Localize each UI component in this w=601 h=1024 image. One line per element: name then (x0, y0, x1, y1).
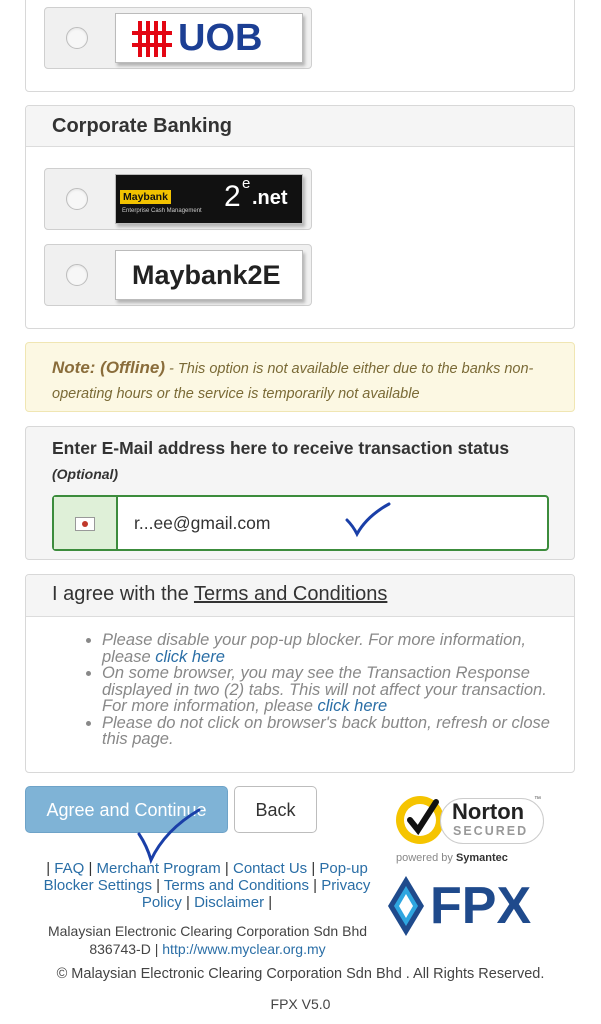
company-reg: 836743-D (89, 941, 151, 957)
footer-link-terms[interactable]: Terms and Conditions (164, 877, 309, 894)
norton-powered-label: powered by (396, 852, 453, 864)
uob-emblem-icon (132, 21, 172, 57)
maybank2e-net-brand: Maybank (120, 190, 171, 204)
offline-note-dash: - (165, 361, 178, 377)
footer-link-merchant[interactable]: Merchant Program (97, 860, 221, 877)
maybank2e-net-suffix-net: .net (252, 187, 288, 209)
terms-item-tabs: On some browser, you may see the Transac… (102, 665, 568, 715)
email-addon (54, 497, 118, 549)
terms-title-prefix: I agree with the (52, 583, 194, 605)
footer-link-contact[interactable]: Contact Us (233, 860, 307, 877)
company-url-link[interactable]: http://www.myclear.org.my (162, 941, 325, 957)
radio-maybank2e-net[interactable] (66, 188, 88, 210)
version: FPX V5.0 (270, 996, 331, 1012)
company-reg-line: 836743-D | http://www.myclear.org.my (89, 941, 326, 957)
terms-item-popup: Please disable your pop-up blocker. For … (102, 632, 568, 665)
email-card: Enter E-Mail address here to receive tra… (25, 426, 575, 560)
terms-item-back-text: Please do not click on browser's back bu… (102, 713, 550, 748)
email-optional-label: (Optional) (52, 466, 119, 482)
corporate-banking-card: Corporate Banking Maybank 2 e .net Enter… (25, 105, 575, 329)
fpx-diamond-icon (388, 876, 424, 936)
email-input-group: r...ee@gmail.com (52, 495, 549, 551)
bank-option-maybank2e[interactable]: Maybank2E (44, 244, 312, 306)
fpx-text: FPX (430, 877, 532, 935)
radio-maybank2e[interactable] (66, 264, 88, 286)
maybank2e-logo: Maybank2E (115, 250, 303, 300)
back-button[interactable]: Back (234, 786, 317, 833)
agree-continue-button[interactable]: Agree and Continue (25, 786, 228, 833)
terms-list: Please disable your pop-up blocker. For … (72, 632, 568, 748)
bank-option-uob[interactable]: UOB (44, 7, 312, 69)
terms-title: I agree with the Terms and Conditions (26, 575, 574, 617)
offline-note-label: Note: (Offline) (52, 358, 166, 377)
footer-link-disclaimer[interactable]: Disclaimer (194, 894, 264, 911)
company-info: Malaysian Electronic Clearing Corporatio… (30, 922, 385, 958)
norton-secured: SECURED (453, 824, 529, 838)
envelope-icon (75, 517, 95, 531)
norton-tm: ™ (534, 796, 541, 803)
email-title: Enter E-Mail address here to receive tra… (52, 438, 510, 458)
norton-powered: powered by Symantec (396, 852, 508, 864)
terms-item-popup-link[interactable]: click here (155, 648, 225, 666)
norton-badge: Norton ™ SECURED powered by Symantec (390, 788, 550, 872)
maybank2e-net-logo: Maybank 2 e .net Enterprise Cash Managem… (115, 174, 303, 224)
offline-note: Note: (Offline) - This option is not ava… (25, 342, 575, 412)
fpx-logo: FPX (388, 876, 558, 938)
uob-logo: UOB (115, 13, 303, 63)
footer-link-faq[interactable]: FAQ (54, 860, 84, 877)
retail-banking-card: UOB (25, 0, 575, 92)
maybank2e-net-suffix-e: e (242, 175, 251, 192)
bank-option-maybank2e-net[interactable]: Maybank 2 e .net Enterprise Cash Managem… (44, 168, 312, 230)
corporate-banking-title: Corporate Banking (26, 106, 574, 147)
email-input[interactable]: r...ee@gmail.com (134, 497, 270, 549)
terms-title-link[interactable]: Terms and Conditions (194, 583, 387, 605)
terms-item-back: Please do not click on browser's back bu… (102, 713, 568, 748)
copyright: © Malaysian Electronic Clearing Corporat… (56, 966, 545, 982)
footer-links: | FAQ | Merchant Program | Contact Us | … (43, 860, 371, 911)
company-name: Malaysian Electronic Clearing Corporatio… (47, 923, 368, 939)
maybank2e-logo-text: Maybank2E (132, 260, 281, 290)
uob-logo-text: UOB (178, 17, 263, 59)
symantec-label: Symantec (455, 852, 508, 864)
maybank2e-net-suffix-2: 2 (224, 180, 241, 213)
norton-title: Norton (452, 799, 525, 824)
radio-uob[interactable] (66, 27, 88, 49)
terms-item-tabs-link[interactable]: click here (318, 697, 388, 715)
maybank2e-net-tagline: Enterprise Cash Management (122, 208, 202, 214)
